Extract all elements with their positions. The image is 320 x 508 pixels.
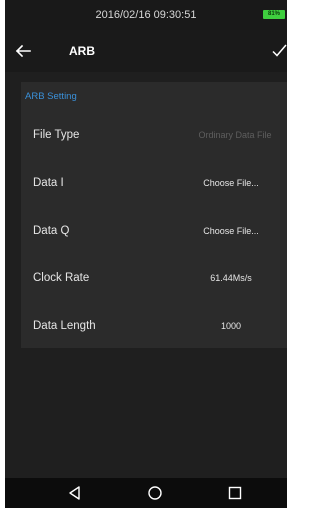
file-type-row[interactable]: File Type Ordinary Data File xyxy=(21,118,287,152)
battery-icon: 81% xyxy=(263,10,285,19)
check-icon[interactable] xyxy=(271,43,287,59)
clock-rate-row[interactable]: Clock Rate 61.44Ms/s xyxy=(21,261,287,295)
row-label: Data Q xyxy=(33,225,70,237)
triangle-back-icon[interactable] xyxy=(67,485,83,501)
page-title: ARB xyxy=(69,44,95,58)
file-type-value: Ordinary Data File xyxy=(198,130,272,140)
data-q-choose-file-button[interactable]: Choose File... xyxy=(181,214,281,248)
data-i-choose-file-button[interactable]: Choose File... xyxy=(181,166,281,200)
status-bar: 2016/02/16 09:30:51 81% xyxy=(5,0,287,30)
arb-setting-panel: ARB Setting File Type Ordinary Data File… xyxy=(21,82,287,348)
square-recents-icon[interactable] xyxy=(227,485,243,501)
row-label: Data I xyxy=(33,177,64,189)
app-bar: ARB xyxy=(5,30,287,72)
section-title: ARB Setting xyxy=(25,91,77,102)
circle-home-icon[interactable] xyxy=(147,485,163,501)
data-length-row[interactable]: Data Length 1000 xyxy=(21,309,287,343)
data-i-row[interactable]: Data I Choose File... xyxy=(21,166,287,200)
row-label: File Type xyxy=(33,129,80,141)
phone-screen: 2016/02/16 09:30:51 81% ARB ARB Setting … xyxy=(5,0,287,508)
row-label: Data Length xyxy=(33,320,96,332)
arrow-left-icon[interactable] xyxy=(13,41,33,61)
status-datetime: 2016/02/16 09:30:51 xyxy=(95,9,197,21)
navigation-bar xyxy=(5,478,287,508)
data-length-value[interactable]: 1000 xyxy=(181,309,281,343)
clock-rate-value[interactable]: 61.44Ms/s xyxy=(181,261,281,295)
row-label: Clock Rate xyxy=(33,272,90,284)
data-q-row[interactable]: Data Q Choose File... xyxy=(21,214,287,248)
